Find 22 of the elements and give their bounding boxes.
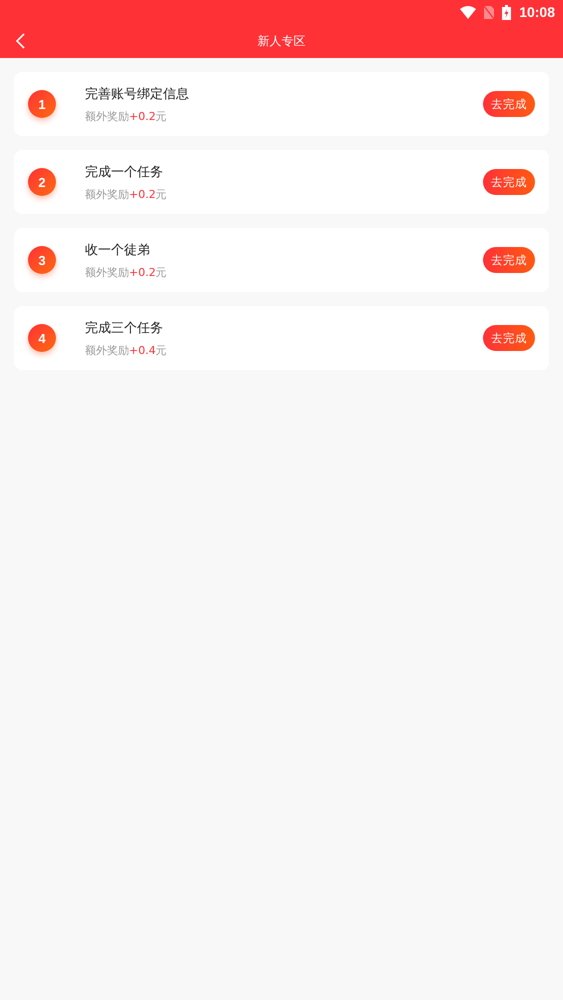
- battery-icon: [502, 4, 512, 20]
- reward-text: 额外奖励+0.4元: [85, 342, 168, 358]
- go-complete-button[interactable]: 去完成: [483, 91, 535, 117]
- reward-text: 额外奖励+0.2元: [85, 264, 168, 280]
- wifi-icon: [460, 6, 476, 18]
- reward-text: 额外奖励+0.2元: [85, 186, 168, 202]
- step-number: 3: [28, 246, 56, 274]
- task-title: 完成一个任务: [85, 164, 164, 180]
- step-number: 2: [28, 168, 56, 196]
- page-title: 新人专区: [258, 32, 306, 50]
- no-sim-icon: [484, 6, 494, 18]
- status-time: 10:08: [519, 4, 555, 20]
- task-title: 完善账号绑定信息: [85, 86, 190, 102]
- step-number: 1: [28, 90, 56, 118]
- go-complete-button[interactable]: 去完成: [483, 169, 535, 195]
- step-number: 4: [28, 324, 56, 352]
- reward-text: 额外奖励+0.2元: [85, 108, 168, 124]
- back-icon[interactable]: [16, 33, 26, 49]
- go-complete-button[interactable]: 去完成: [483, 247, 535, 273]
- go-complete-button[interactable]: 去完成: [483, 325, 535, 351]
- task-title: 收一个徒弟: [85, 242, 151, 258]
- task-title: 完成三个任务: [85, 320, 164, 336]
